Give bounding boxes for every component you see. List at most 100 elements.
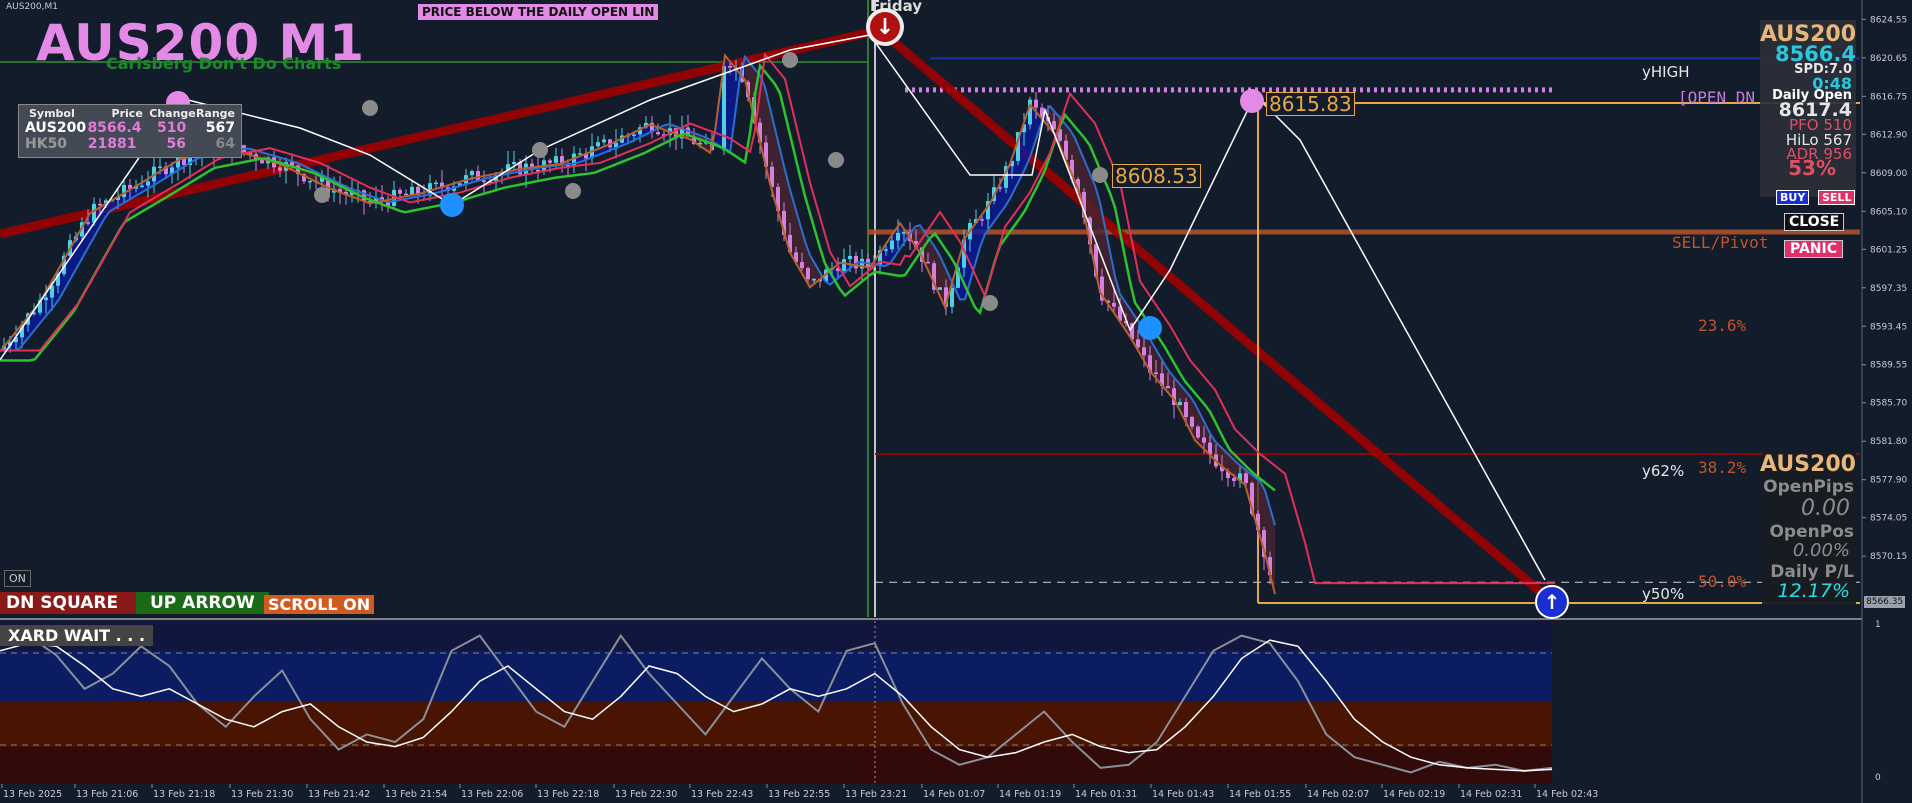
candle-body <box>1202 437 1206 443</box>
x-tick-label: 13 Feb 22:43 <box>691 789 753 800</box>
candle-body <box>632 134 636 136</box>
candle-body <box>260 160 264 164</box>
y62-label: y62% <box>1642 462 1685 480</box>
y-tick-label: 8616.75 <box>1870 92 1907 102</box>
y-tick-label: 8581.80 <box>1870 437 1907 447</box>
position-symbol: AUS200 <box>1760 452 1856 477</box>
candle-body <box>98 203 102 206</box>
x-tick-label: 13 Feb 21:06 <box>76 789 138 800</box>
x-tick-label: 14 Feb 01:07 <box>923 789 985 800</box>
y-tick-label: 8620.65 <box>1870 54 1907 64</box>
osc-axis-bottom: 0 <box>1875 773 1881 783</box>
panic-button[interactable]: PANIC <box>1784 240 1844 258</box>
x-tick-label: 13 Feb 2025 <box>3 789 62 800</box>
osc-axis-top: 1 <box>1875 620 1881 630</box>
sell-signal-icon: ↓ <box>866 8 904 46</box>
daily-pl-label: Daily P/L <box>1770 562 1854 582</box>
candle-body <box>278 167 282 171</box>
x-tick-label: 14 Feb 02:31 <box>1460 789 1522 800</box>
candle-body <box>470 171 474 176</box>
candle-body <box>1166 386 1170 389</box>
x-tick-label: 14 Feb 01:19 <box>999 789 1061 800</box>
window-tab-title: AUS200,M1 <box>6 2 58 12</box>
swing-low-marker <box>440 193 464 217</box>
y-tick-label: 8589.55 <box>1870 361 1907 371</box>
x-tick-label: 14 Feb 02:43 <box>1536 789 1598 800</box>
fib-236-label: 23.6% <box>1698 316 1747 335</box>
dn-square-button[interactable]: DN SQUARE <box>0 592 142 614</box>
candle-body <box>512 162 516 165</box>
y-tick-label: 8624.55 <box>1870 15 1907 25</box>
info-pct: 53% <box>1788 156 1836 180</box>
swing-dot <box>982 295 998 311</box>
current-price-tag: 8566.35 <box>1864 596 1906 608</box>
buy-button[interactable]: BUY <box>1776 190 1810 205</box>
y-tick-label: 8605.10 <box>1870 207 1907 217</box>
x-tick-label: 13 Feb 22:30 <box>615 789 677 800</box>
watchlist-header-price: Price <box>111 107 143 120</box>
watchlist-row[interactable]: HK50 21881 56 64 <box>19 137 241 152</box>
swing-dot <box>828 152 844 168</box>
watchlist-header-range: Range <box>195 107 235 120</box>
candle-body <box>1154 372 1158 374</box>
candle-body <box>1178 402 1182 405</box>
watchlist-change: 510 <box>156 120 187 136</box>
x-tick-label: 13 Feb 22:55 <box>768 789 830 800</box>
chart-window: 8624.55 8620.65 8616.75 8612.90 8609.00 8605.… <box>0 0 1912 803</box>
watchlist-range: 64 <box>215 136 235 152</box>
fib-50-label: 50.0% <box>1698 572 1747 591</box>
candle-body <box>398 189 402 194</box>
candle-body <box>890 240 894 250</box>
price-chart[interactable]: 8624.55 8620.65 8616.75 8612.90 8609.00 8605.… <box>0 0 1912 803</box>
buy-signal-icon: ↑ <box>1535 585 1569 619</box>
candle-body <box>1034 99 1038 108</box>
up-arrow-button[interactable]: UP ARROW <box>136 592 269 614</box>
x-tick-label: 14 Feb 02:07 <box>1307 789 1369 800</box>
candle-body <box>308 180 312 183</box>
scroll-on-button[interactable]: SCROLL ON <box>264 595 375 614</box>
candle-body <box>806 268 810 280</box>
y-tick-label: 8585.70 <box>1870 399 1907 409</box>
candle-body <box>1232 478 1236 481</box>
on-toggle[interactable]: ON <box>4 570 31 587</box>
y-tick-label: 8597.35 <box>1870 284 1907 294</box>
watchlist-price: 8566.4 <box>87 120 142 136</box>
y-tick-label: 8577.90 <box>1870 476 1907 486</box>
candle-body <box>1112 302 1116 307</box>
watchlist-header-change: Change <box>149 107 196 120</box>
oscillator-status: XARD WAIT . . . <box>0 625 154 646</box>
candle-body <box>86 222 90 224</box>
candle-body <box>896 232 900 241</box>
candle-body <box>848 255 852 260</box>
x-tick-label: 13 Feb 21:18 <box>153 789 215 800</box>
daily-pl-value: 12.17% <box>1777 580 1850 602</box>
close-button[interactable]: CLOSE <box>1784 213 1845 231</box>
candle-body <box>482 180 486 183</box>
open-pips-label: OpenPips <box>1763 477 1854 497</box>
open-pips-value: 0.00 <box>1801 496 1850 521</box>
candle-body <box>140 185 144 188</box>
x-tick-label: 14 Feb 01:43 <box>1152 789 1214 800</box>
alert-banner: PRICE BELOW THE DAILY OPEN LIN <box>418 4 659 20</box>
y-tick-label: 8574.05 <box>1870 514 1907 524</box>
x-tick-label: 13 Feb 22:18 <box>537 789 599 800</box>
candle-body <box>434 182 438 185</box>
x-tick-label: 13 Feb 22:06 <box>461 789 523 800</box>
candle-body <box>404 193 408 196</box>
candle-body <box>1142 347 1146 356</box>
watchlist-symbol: HK50 <box>25 136 68 152</box>
candle-body <box>812 278 816 281</box>
candle-body <box>410 186 414 195</box>
watchlist-row[interactable]: AUS200 8566.4 510 567 <box>19 120 241 137</box>
watchlist-header-symbol: Symbol <box>29 107 75 120</box>
candle-body <box>602 139 606 143</box>
candle-body <box>596 142 600 147</box>
sell-button[interactable]: SELL <box>1818 190 1856 205</box>
y-tick-label: 8601.25 <box>1870 245 1907 255</box>
swing-dot <box>314 187 330 203</box>
main-plot-area <box>0 0 1862 617</box>
open-pos-value: 0.00% <box>1792 540 1850 561</box>
x-tick-label: 13 Feb 21:42 <box>308 789 370 800</box>
candle-body <box>554 156 558 163</box>
x-tick-label: 13 Feb 23:21 <box>845 789 907 800</box>
